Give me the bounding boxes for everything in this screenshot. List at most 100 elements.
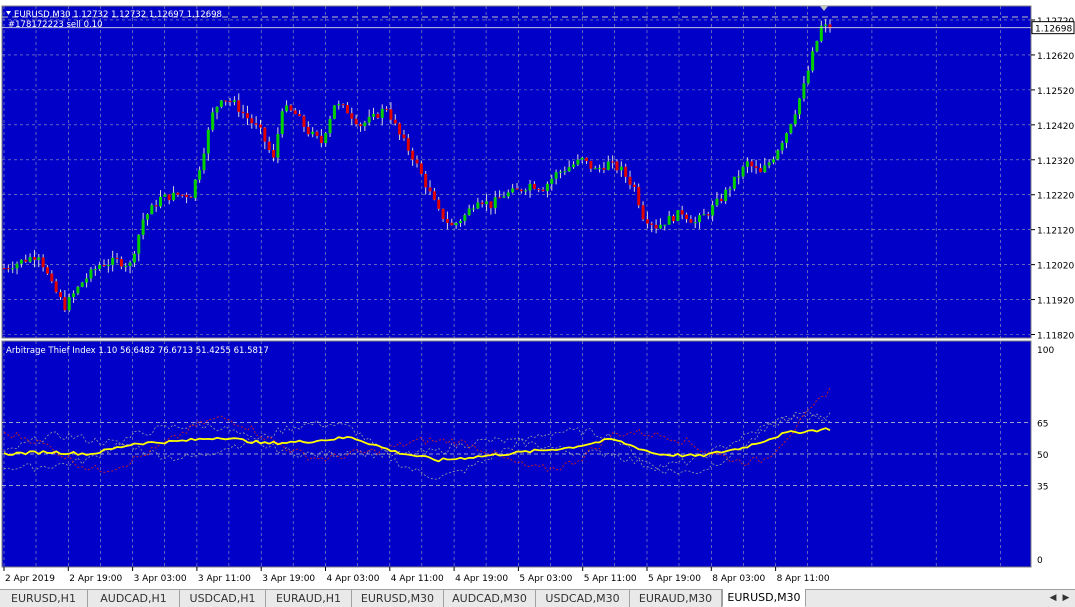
bear-candle — [306, 126, 310, 135]
chart-area[interactable]: EURUSD,M30 1.12732 1.12732 1.12697 1.126… — [0, 0, 1075, 589]
bull-candle — [150, 205, 154, 215]
bear-candle — [167, 194, 171, 201]
chart-tab[interactable]: USDCAD,H1 — [180, 590, 266, 607]
bull-candle — [124, 265, 128, 267]
bull-candle — [463, 215, 467, 221]
bull-candle — [98, 265, 102, 270]
bull-candle — [563, 171, 567, 173]
bear-candle — [180, 194, 184, 196]
bear-candle — [437, 199, 441, 209]
bull-candle — [524, 190, 528, 192]
price-tick-label: 1.12620 — [1037, 52, 1074, 62]
chart-tab[interactable]: AUDCAD,M30 — [444, 590, 536, 607]
time-tick-label: 4 Apr 03:00 — [327, 574, 380, 584]
bear-candle — [650, 223, 654, 225]
bear-candle — [758, 168, 762, 173]
bear-candle — [689, 219, 693, 223]
bear-candle — [654, 224, 658, 229]
bear-candle — [298, 114, 302, 117]
bull-candle — [667, 215, 671, 225]
time-tick-label: 2 Apr 2019 — [5, 574, 55, 584]
bull-candle — [219, 100, 223, 107]
bear-candle — [115, 257, 119, 259]
bear-candle — [267, 141, 271, 150]
bull-candle — [606, 161, 610, 170]
bear-candle — [706, 214, 710, 216]
main-chart-panel — [1, 5, 1032, 339]
bear-candle — [445, 219, 449, 223]
bear-candle — [498, 197, 502, 199]
price-tick-label: 1.12220 — [1037, 192, 1074, 202]
bull-candle — [502, 196, 506, 198]
bull-candle — [337, 104, 341, 106]
bull-candle — [211, 112, 215, 130]
bull-candle — [215, 106, 219, 113]
bull-candle — [111, 257, 115, 265]
bull-candle — [72, 293, 76, 298]
bear-candle — [102, 265, 106, 267]
bull-candle — [332, 105, 336, 119]
bear-candle — [63, 297, 67, 311]
chart-tab-bar: EURUSD,H1 AUDCAD,H1 USDCAD,H1 EURAUD,H1 EURU… — [0, 589, 1075, 607]
bull-candle — [663, 224, 667, 226]
time-tick-label: 3 Apr 19:00 — [262, 574, 315, 584]
bull-candle — [380, 108, 384, 118]
bull-candle — [137, 234, 141, 254]
chart-tab[interactable]: USDCAD,M30 — [536, 590, 630, 607]
bear-candle — [189, 197, 193, 199]
bull-candle — [506, 192, 510, 197]
bull-candle — [802, 83, 806, 99]
bear-candle — [637, 186, 641, 206]
bear-candle — [385, 108, 389, 110]
bear-candle — [315, 131, 319, 136]
bear-candle — [389, 109, 393, 120]
bear-candle — [354, 118, 358, 125]
tab-scroll-left-icon[interactable]: ◀ — [1047, 592, 1059, 604]
chart-tab[interactable]: EURAUD,H1 — [266, 590, 352, 607]
bear-candle — [671, 215, 675, 222]
chart-tab[interactable]: AUDCAD,H1 — [88, 590, 180, 607]
tab-scroll-right-icon[interactable]: ▶ — [1060, 592, 1072, 604]
bear-candle — [589, 161, 593, 169]
bear-candle — [628, 176, 632, 185]
bull-candle — [285, 105, 289, 112]
bull-candle — [454, 222, 458, 226]
main-chart-header: EURUSD,M30 1.12732 1.12732 1.12697 1.126… — [14, 10, 222, 20]
bull-candle — [476, 202, 480, 209]
bull-candle — [232, 100, 236, 103]
chart-tab[interactable]: EURUSD,M30 — [722, 589, 806, 607]
bull-candle — [363, 122, 367, 127]
bull-candle — [511, 188, 515, 193]
bear-candle — [415, 159, 419, 164]
bear-candle — [685, 214, 689, 220]
bull-candle — [580, 157, 584, 160]
price-tick-label: 1.12420 — [1037, 122, 1074, 132]
chart-tab[interactable]: EURAUD,M30 — [630, 590, 722, 607]
bull-candle — [702, 214, 706, 216]
bear-candle — [532, 183, 536, 189]
bull-candle — [145, 214, 149, 220]
chart-tab[interactable]: EURUSD,H1 — [0, 590, 88, 607]
bull-candle — [567, 167, 571, 172]
bear-candle — [754, 166, 758, 169]
chart-tab[interactable]: EURUSD,M30 — [352, 590, 444, 607]
bull-candle — [780, 142, 784, 151]
bull-candle — [206, 129, 210, 154]
bear-candle — [289, 105, 293, 111]
bear-candle — [302, 116, 306, 127]
bull-candle — [676, 210, 680, 222]
bull-candle — [776, 150, 780, 160]
bull-candle — [815, 41, 819, 52]
time-tick-label: 4 Apr 19:00 — [455, 574, 508, 584]
chart-canvas[interactable]: EURUSD,M30 1.12732 1.12732 1.12697 1.126… — [0, 0, 1075, 589]
bull-candle — [19, 259, 23, 264]
time-tick-label: 3 Apr 03:00 — [134, 574, 187, 584]
bear-candle — [154, 205, 158, 207]
time-tick-label: 8 Apr 03:00 — [712, 574, 765, 584]
bear-candle — [185, 194, 189, 198]
bull-candle — [485, 201, 489, 205]
bear-candle — [263, 127, 267, 142]
bear-candle — [32, 257, 36, 260]
bull-candle — [198, 170, 202, 180]
bull-candle — [737, 176, 741, 178]
